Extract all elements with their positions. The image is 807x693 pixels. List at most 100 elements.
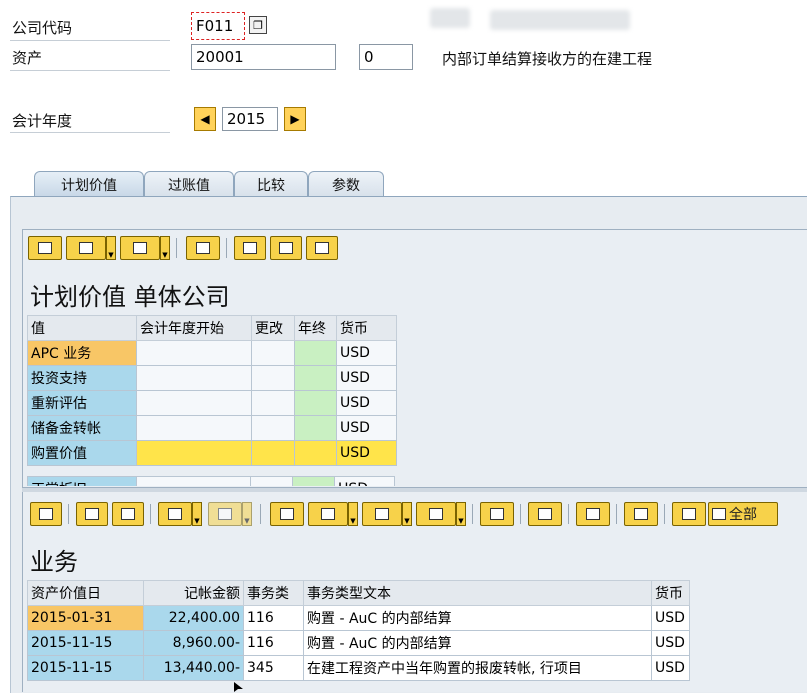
- value-date-cell[interactable]: 2015-01-31: [27, 605, 144, 631]
- export-dropdown-icon[interactable]: ▼: [402, 502, 412, 526]
- toolbar-separator: [260, 504, 261, 524]
- column-header[interactable]: 资产价值日: [27, 580, 144, 606]
- sum-icon[interactable]: [158, 502, 192, 526]
- currency-cell[interactable]: USD: [651, 655, 690, 681]
- asset-number-input[interactable]: 20001: [191, 44, 336, 70]
- amount-cell[interactable]: 8,960.00-: [143, 630, 244, 656]
- change-cell: [249, 476, 294, 486]
- fiscal-year-start-cell: [136, 365, 252, 391]
- subtotal-icon[interactable]: [208, 502, 242, 526]
- table-row[interactable]: 投资支持 USD: [27, 365, 397, 391]
- layout-icon[interactable]: [234, 236, 266, 260]
- filter-icon[interactable]: [112, 502, 144, 526]
- value-name-cell[interactable]: 购置价值: [27, 440, 137, 466]
- column-header[interactable]: 事务类: [243, 580, 304, 606]
- toolbar-separator: [616, 504, 617, 524]
- prev-year-button[interactable]: ◀: [194, 107, 216, 131]
- print-preview-icon[interactable]: [66, 236, 106, 260]
- asset-label: 资产: [12, 49, 43, 67]
- print-icon[interactable]: [270, 502, 304, 526]
- transaction-text-cell[interactable]: 购置 - AuC 的内部结算: [303, 605, 652, 631]
- column-header[interactable]: 会计年度开始: [136, 315, 252, 341]
- toolbar-separator: [520, 504, 521, 524]
- transaction-type-cell[interactable]: 116: [243, 630, 304, 656]
- table-row[interactable]: 2015-11-15 8,960.00- 116 购置 - AuC 的内部结算 …: [27, 630, 690, 656]
- currency-cell: USD: [336, 415, 397, 441]
- table-row[interactable]: APC 业务 USD: [27, 340, 397, 366]
- tab-comparison[interactable]: 比较: [234, 171, 308, 198]
- column-header[interactable]: 更改: [251, 315, 295, 341]
- all-button-label: 全部: [729, 507, 757, 523]
- graphic-icon[interactable]: [480, 502, 514, 526]
- planned-values-title: 计划价值 单体公司: [30, 283, 230, 311]
- copy-icon[interactable]: [576, 502, 610, 526]
- export-dropdown-icon[interactable]: ▼: [160, 236, 170, 260]
- export-icon[interactable]: [362, 502, 402, 526]
- value-name-cell[interactable]: 重新评估: [27, 390, 137, 416]
- value-name-cell[interactable]: 储备金转帐: [27, 415, 137, 441]
- column-header[interactable]: 事务类型文本: [303, 580, 652, 606]
- company-code-label: 公司代码: [12, 19, 73, 37]
- print-preview-dropdown-icon[interactable]: ▼: [348, 502, 358, 526]
- amount-cell[interactable]: 13,440.00-: [143, 655, 244, 681]
- currency-cell[interactable]: USD: [651, 630, 690, 656]
- transaction-text-cell[interactable]: 在建工程资产中当年购置的报废转帐, 行项目: [303, 655, 652, 681]
- table-row[interactable]: 2015-01-31 22,400.00 116 购置 - AuC 的内部结算 …: [27, 605, 690, 631]
- tab-parameters[interactable]: 参数: [308, 171, 384, 198]
- table-header-row: 值 会计年度开始 更改 年终 货币: [27, 315, 397, 341]
- table-row[interactable]: 购置价值 USD: [27, 440, 397, 466]
- export-icon[interactable]: [120, 236, 160, 260]
- table-row[interactable]: 储备金转帐 USD: [27, 415, 397, 441]
- table-row[interactable]: 重新评估 USD: [27, 390, 397, 416]
- asset-subnumber-input[interactable]: 0: [359, 44, 413, 70]
- print-list-icon[interactable]: [624, 502, 658, 526]
- layout-icon[interactable]: [416, 502, 456, 526]
- print-preview-icon[interactable]: [308, 502, 348, 526]
- select-layout-icon[interactable]: [672, 502, 706, 526]
- all-button[interactable]: 全部: [708, 502, 778, 526]
- currency-cell[interactable]: USD: [651, 605, 690, 631]
- column-header[interactable]: 年终: [294, 315, 337, 341]
- value-date-cell[interactable]: 2015-11-15: [27, 630, 144, 656]
- print-preview-dropdown-icon[interactable]: ▼: [106, 236, 116, 260]
- fiscal-year-input[interactable]: 2015: [222, 107, 278, 131]
- calculator-icon[interactable]: [270, 236, 302, 260]
- fiscal-year-start-cell: [136, 340, 252, 366]
- mouse-cursor-icon: [234, 682, 243, 692]
- info-icon[interactable]: [186, 236, 220, 260]
- value-name-cell[interactable]: 投资支持: [27, 365, 137, 391]
- next-year-button[interactable]: ▶: [284, 107, 306, 131]
- column-header[interactable]: 值: [27, 315, 137, 341]
- tab-planned-values[interactable]: 计划价值: [34, 171, 144, 198]
- details-icon[interactable]: [30, 502, 62, 526]
- tab-posted-values[interactable]: 过账值: [144, 171, 234, 198]
- year-end-cell: [294, 440, 337, 466]
- sum-dropdown-icon[interactable]: ▼: [192, 502, 202, 526]
- transaction-type-cell[interactable]: 345: [243, 655, 304, 681]
- value-date-cell[interactable]: 2015-11-15: [27, 655, 144, 681]
- column-header[interactable]: 货币: [651, 580, 690, 606]
- copy-icon[interactable]: ❐: [249, 16, 267, 34]
- value-name-cell[interactable]: APC 业务: [27, 340, 137, 366]
- column-header[interactable]: 记帐金额: [143, 580, 244, 606]
- amount-cell[interactable]: 22,400.00: [143, 605, 244, 631]
- sort-ascending-icon[interactable]: [76, 502, 108, 526]
- layout-dropdown-icon[interactable]: ▼: [456, 502, 466, 526]
- toolbar-separator: [150, 504, 151, 524]
- graphic-icon[interactable]: [306, 236, 338, 260]
- currency-cell: USD: [336, 440, 397, 466]
- info-icon[interactable]: [528, 502, 562, 526]
- table-row[interactable]: 2015-11-15 13,440.00- 345 在建工程资产中当年购置的报废…: [27, 655, 690, 681]
- subtotal-dropdown-icon[interactable]: ▼: [242, 502, 252, 526]
- column-header[interactable]: 货币: [336, 315, 397, 341]
- print-icon[interactable]: [28, 236, 62, 260]
- transaction-type-cell[interactable]: 116: [243, 605, 304, 631]
- company-code-input[interactable]: F011: [191, 12, 245, 40]
- fiscal-year-start-cell: [136, 390, 252, 416]
- table-row[interactable]: 正常折旧 USD: [27, 476, 395, 486]
- transaction-text-cell[interactable]: 购置 - AuC 的内部结算: [303, 630, 652, 656]
- value-name-cell[interactable]: 正常折旧: [27, 476, 137, 486]
- toolbar-separator: [568, 504, 569, 524]
- toolbar-separator: [176, 238, 177, 258]
- toolbar-separator: [226, 238, 227, 258]
